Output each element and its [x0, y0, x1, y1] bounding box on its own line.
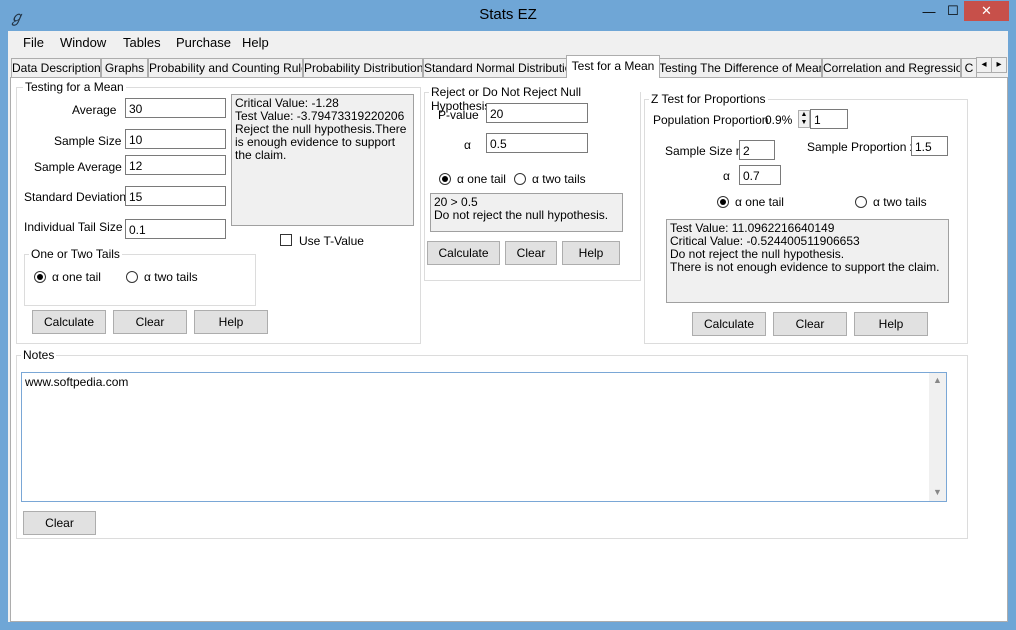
- average-label: Average: [72, 103, 117, 117]
- menu-help[interactable]: Help: [242, 35, 269, 50]
- sample-proportion-x-input[interactable]: 1.5: [911, 136, 948, 156]
- reject-clear-button[interactable]: Clear: [505, 241, 557, 265]
- sample-proportion-x-label: Sample Proportion x: [807, 140, 916, 154]
- ztest-alpha-input[interactable]: 0.7: [739, 165, 781, 185]
- ztest-calculate-button[interactable]: Calculate: [692, 312, 766, 336]
- testing-mean-group: Testing for a Mean Average 30 Sample Siz…: [16, 80, 421, 344]
- one-tail-label[interactable]: α one tail: [52, 270, 101, 284]
- tab-probability-counting[interactable]: Probability and Counting Rules: [148, 58, 303, 77]
- standard-deviation-label: Standard Deviation: [24, 190, 127, 204]
- notes-title: Notes: [21, 348, 57, 362]
- reject-calculate-button[interactable]: Calculate: [427, 241, 500, 265]
- two-tails-radio[interactable]: [126, 271, 138, 283]
- average-input[interactable]: 30: [125, 98, 226, 118]
- alpha-label: α: [464, 138, 471, 152]
- tab-scroll-right-button[interactable]: ▸: [991, 57, 1007, 73]
- menu-file[interactable]: File: [23, 35, 44, 50]
- tab-data-description[interactable]: Data Description: [11, 58, 101, 77]
- clear-button[interactable]: Clear: [113, 310, 187, 334]
- ztest-help-button[interactable]: Help: [854, 312, 928, 336]
- client-area: File Window Tables Purchase Help Data De…: [8, 31, 1008, 622]
- tab-standard-normal[interactable]: Standard Normal Distribution: [423, 58, 568, 77]
- sample-size-n-label: Sample Size n: [665, 144, 743, 158]
- menu-tables[interactable]: Tables: [123, 35, 161, 50]
- maximize-button[interactable]: ☐: [942, 1, 964, 21]
- reject-help-button[interactable]: Help: [562, 241, 620, 265]
- scroll-up-icon[interactable]: ▲: [933, 375, 942, 385]
- ztest-clear-button[interactable]: Clear: [773, 312, 847, 336]
- population-spinner[interactable]: ▲ ▼: [798, 110, 810, 128]
- two-tails-label[interactable]: α two tails: [144, 270, 198, 284]
- minimize-button[interactable]: —: [916, 1, 942, 21]
- menu-bar: File Window Tables Purchase Help: [8, 31, 1008, 55]
- app-window: ℊ Stats EZ — ☐ ✕ File Window Tables Purc…: [0, 0, 1016, 630]
- scroll-down-icon[interactable]: ▼: [933, 487, 942, 497]
- population-proportion-label: Population Proportion: [653, 113, 769, 127]
- testing-mean-title: Testing for a Mean: [23, 80, 126, 94]
- window-title: Stats EZ: [479, 6, 537, 23]
- reject-output: 20 > 0.5 Do not reject the null hypothes…: [430, 193, 623, 232]
- pvalue-input[interactable]: 20: [486, 103, 588, 123]
- individual-tail-size-input[interactable]: 0.1: [125, 219, 226, 239]
- tab-overflow[interactable]: C: [961, 58, 977, 77]
- tab-test-for-mean[interactable]: Test for a Mean: [566, 55, 660, 78]
- tab-scroll-left-button[interactable]: ◂: [976, 57, 992, 73]
- sample-average-label: Sample Average: [34, 160, 122, 174]
- reject-two-tails-radio[interactable]: [514, 173, 526, 185]
- help-button[interactable]: Help: [194, 310, 268, 334]
- notes-text-content: www.softpedia.com: [25, 375, 129, 389]
- tab-probability-distributions[interactable]: Probability Distributions: [303, 58, 423, 77]
- tab-correlation-regression[interactable]: Correlation and Regression: [822, 58, 961, 77]
- ztest-two-tails-radio[interactable]: [855, 196, 867, 208]
- reject-two-tails-label[interactable]: α two tails: [532, 172, 586, 186]
- notes-scrollbar[interactable]: ▲ ▼: [929, 373, 946, 501]
- sample-size-input[interactable]: 10: [125, 129, 226, 149]
- tab-difference-of-means[interactable]: Testing The Difference of Means: [658, 58, 822, 77]
- reject-one-tail-label[interactable]: α one tail: [457, 172, 506, 186]
- menu-window[interactable]: Window: [60, 35, 106, 50]
- population-percent: 0.9%: [765, 113, 793, 127]
- reject-group: Reject or Do Not Reject Null Hypothesis …: [424, 85, 641, 281]
- title-bar[interactable]: ℊ Stats EZ — ☐ ✕: [0, 0, 1016, 31]
- notes-group: Notes www.softpedia.com ▲ ▼ Clear: [16, 348, 968, 539]
- menu-purchase[interactable]: Purchase: [176, 35, 231, 50]
- testing-mean-output: Critical Value: -1.28 Test Value: -3.794…: [231, 94, 414, 226]
- test-for-mean-page: Testing for a Mean Average 30 Sample Siz…: [10, 77, 1008, 622]
- ztest-one-tail-label[interactable]: α one tail: [735, 195, 784, 209]
- tails-title: One or Two Tails: [29, 247, 122, 261]
- standard-deviation-input[interactable]: 15: [125, 186, 226, 206]
- ztest-one-tail-radio[interactable]: [717, 196, 729, 208]
- pvalue-label: P-value: [438, 108, 479, 122]
- notes-clear-button[interactable]: Clear: [23, 511, 96, 535]
- ztest-group: Z Test for Proportions Population Propor…: [644, 92, 968, 344]
- tab-strip: Data Description Graphs Probability and …: [8, 55, 1008, 78]
- reject-one-tail-radio[interactable]: [439, 173, 451, 185]
- sample-size-n-input[interactable]: 2: [739, 140, 775, 160]
- calculate-button[interactable]: Calculate: [32, 310, 106, 334]
- tab-graphs[interactable]: Graphs: [101, 58, 148, 77]
- notes-textarea[interactable]: www.softpedia.com ▲ ▼: [21, 372, 947, 502]
- ztest-two-tails-label[interactable]: α two tails: [873, 195, 927, 209]
- ztest-title: Z Test for Proportions: [649, 92, 768, 106]
- tails-group: One or Two Tails α one tail α two tails: [24, 247, 256, 306]
- alpha-input[interactable]: 0.5: [486, 133, 588, 153]
- use-t-value-checkbox[interactable]: [280, 234, 292, 246]
- sample-size-label: Sample Size: [54, 134, 122, 148]
- population-proportion-input[interactable]: 1: [810, 109, 848, 129]
- sample-average-input[interactable]: 12: [125, 155, 226, 175]
- individual-tail-size-label: Individual Tail Size: [24, 220, 123, 234]
- close-button[interactable]: ✕: [964, 1, 1009, 21]
- one-tail-radio[interactable]: [34, 271, 46, 283]
- ztest-alpha-label: α: [723, 169, 730, 183]
- ztest-output: Test Value: 11.0962216640149 Critical Va…: [666, 219, 949, 303]
- use-t-value-label[interactable]: Use T-Value: [299, 234, 364, 248]
